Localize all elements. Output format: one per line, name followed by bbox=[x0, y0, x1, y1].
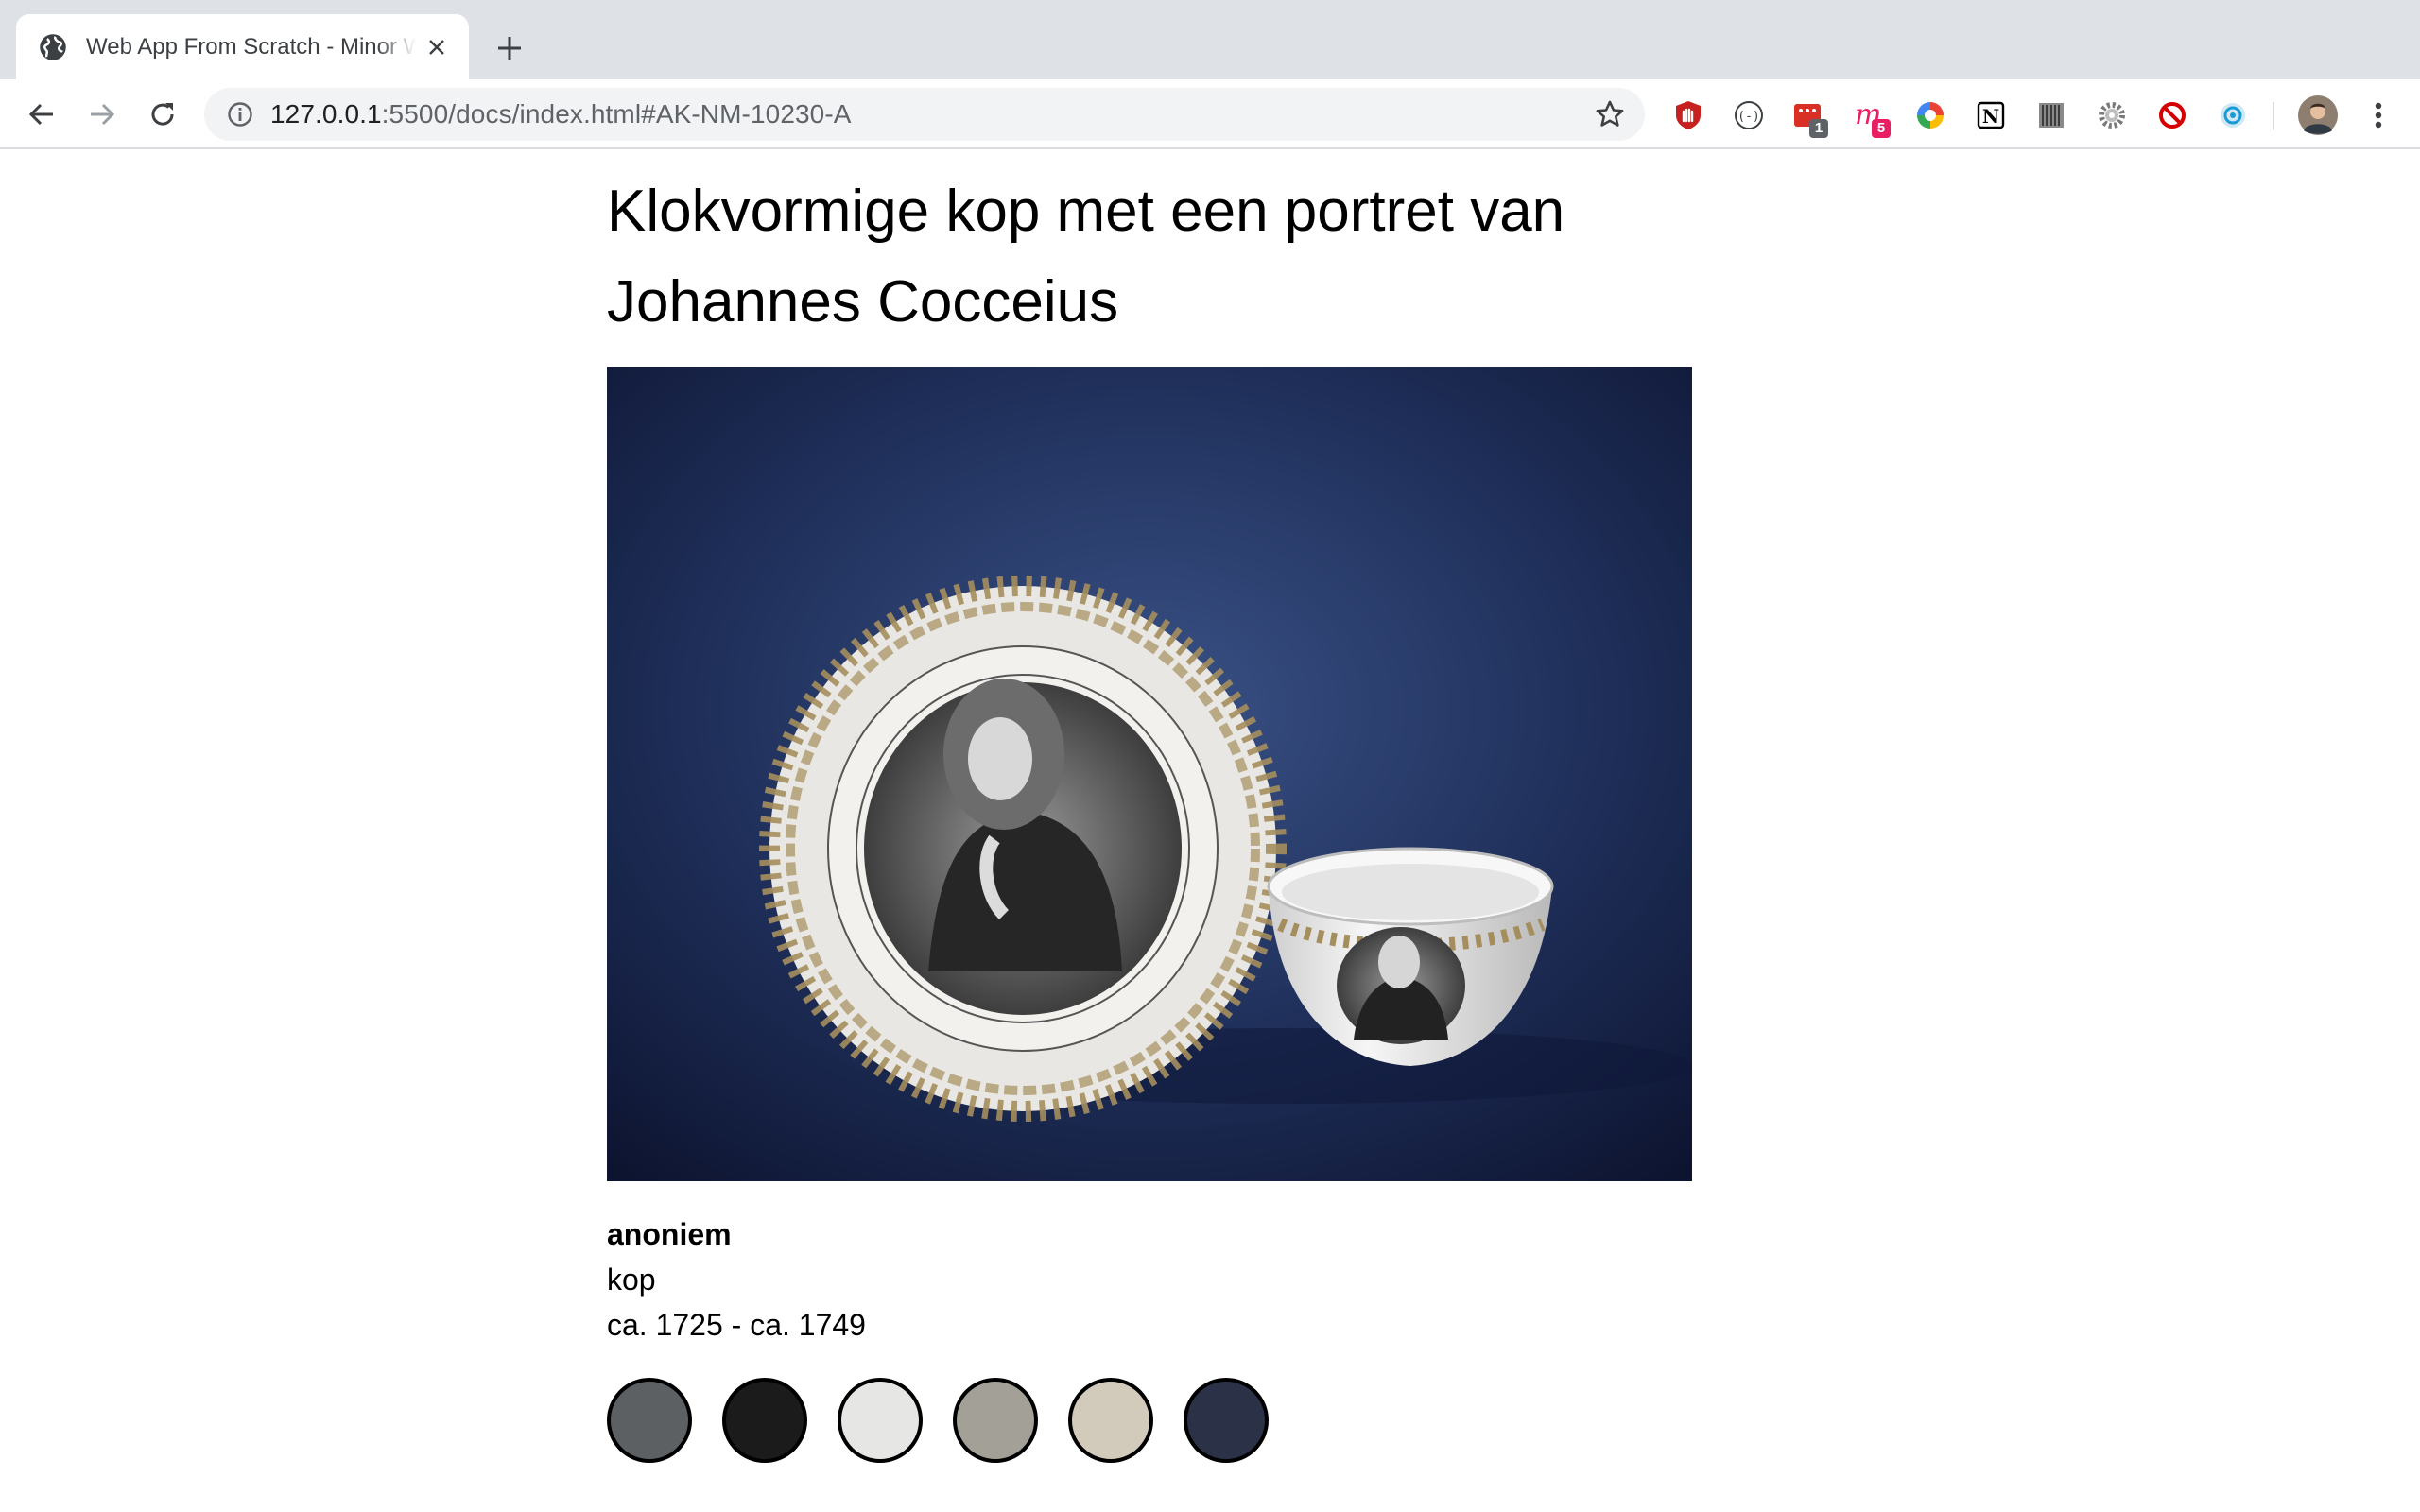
bracket-extension-icon[interactable]: (-) bbox=[1730, 96, 1768, 134]
profile-avatar[interactable] bbox=[2297, 94, 2339, 136]
bookmark-star-icon[interactable] bbox=[1594, 98, 1626, 130]
ublock-icon[interactable] bbox=[1669, 96, 1707, 134]
globe-icon bbox=[40, 33, 66, 60]
color-swatch bbox=[722, 1378, 807, 1463]
gear-extension-icon[interactable] bbox=[2093, 96, 2131, 134]
color-swatch bbox=[1068, 1378, 1153, 1463]
new-tab-icon[interactable] bbox=[493, 32, 526, 64]
artwork-meta: anoniem kop ca. 1725 - ca. 1749 bbox=[607, 1211, 866, 1348]
color-picker-icon[interactable] bbox=[1911, 96, 1949, 134]
forward-arrow-icon[interactable] bbox=[83, 95, 121, 133]
barcode-icon[interactable] bbox=[2032, 96, 2070, 134]
browser-tab[interactable]: Web App From Scratch - Minor Web Develop… bbox=[16, 14, 469, 79]
eye-dropper-icon[interactable] bbox=[2214, 96, 2252, 134]
color-swatch bbox=[1184, 1378, 1269, 1463]
block-icon[interactable] bbox=[2153, 96, 2191, 134]
page-title: Klokvormige kop met een portret van Joha… bbox=[607, 179, 1565, 335]
browser-toolbar: 127.0.0.1:5500/docs/index.html#AK-NM-102… bbox=[0, 79, 2420, 149]
tab-strip: Web App From Scratch - Minor Web Develop… bbox=[0, 0, 2420, 79]
todoist-icon[interactable]: 1 bbox=[1789, 96, 1828, 138]
back-arrow-icon[interactable] bbox=[23, 95, 60, 133]
artwork-image bbox=[607, 367, 1692, 1181]
notion-icon[interactable]: N bbox=[1972, 96, 2010, 134]
address-bar[interactable]: 127.0.0.1:5500/docs/index.html#AK-NM-102… bbox=[204, 88, 1645, 141]
color-swatch bbox=[953, 1378, 1038, 1463]
url-path: :5500/docs/index.html#AK-NM-10230-A bbox=[381, 99, 852, 129]
kebab-menu-icon[interactable] bbox=[2360, 96, 2397, 134]
url-text[interactable]: 127.0.0.1:5500/docs/index.html#AK-NM-102… bbox=[270, 99, 1594, 129]
toolbar-separator bbox=[2273, 102, 2274, 130]
color-palette bbox=[607, 1378, 1269, 1463]
reload-icon[interactable] bbox=[144, 95, 182, 133]
artwork-dating: ca. 1725 - ca. 1749 bbox=[607, 1308, 866, 1342]
artwork-detail: Klokvormige kop met een portret van Joha… bbox=[607, 149, 1694, 1463]
color-swatch bbox=[838, 1378, 923, 1463]
url-host: 127.0.0.1 bbox=[270, 99, 382, 129]
artwork-maker: anoniem bbox=[607, 1217, 732, 1251]
m-extension-badge: 5 bbox=[1872, 119, 1891, 138]
tab-title: Web App From Scratch - Minor Web Develop… bbox=[86, 33, 416, 60]
svg-text:N: N bbox=[1982, 105, 1999, 128]
color-swatch bbox=[607, 1378, 692, 1463]
artwork-type: kop bbox=[607, 1263, 656, 1297]
m-extension-icon[interactable]: m 5 bbox=[1851, 96, 1891, 138]
info-icon[interactable] bbox=[227, 101, 253, 128]
todoist-badge: 1 bbox=[1809, 119, 1828, 138]
close-tab-icon[interactable] bbox=[424, 34, 450, 60]
svg-text:(-): (-) bbox=[1737, 110, 1759, 124]
